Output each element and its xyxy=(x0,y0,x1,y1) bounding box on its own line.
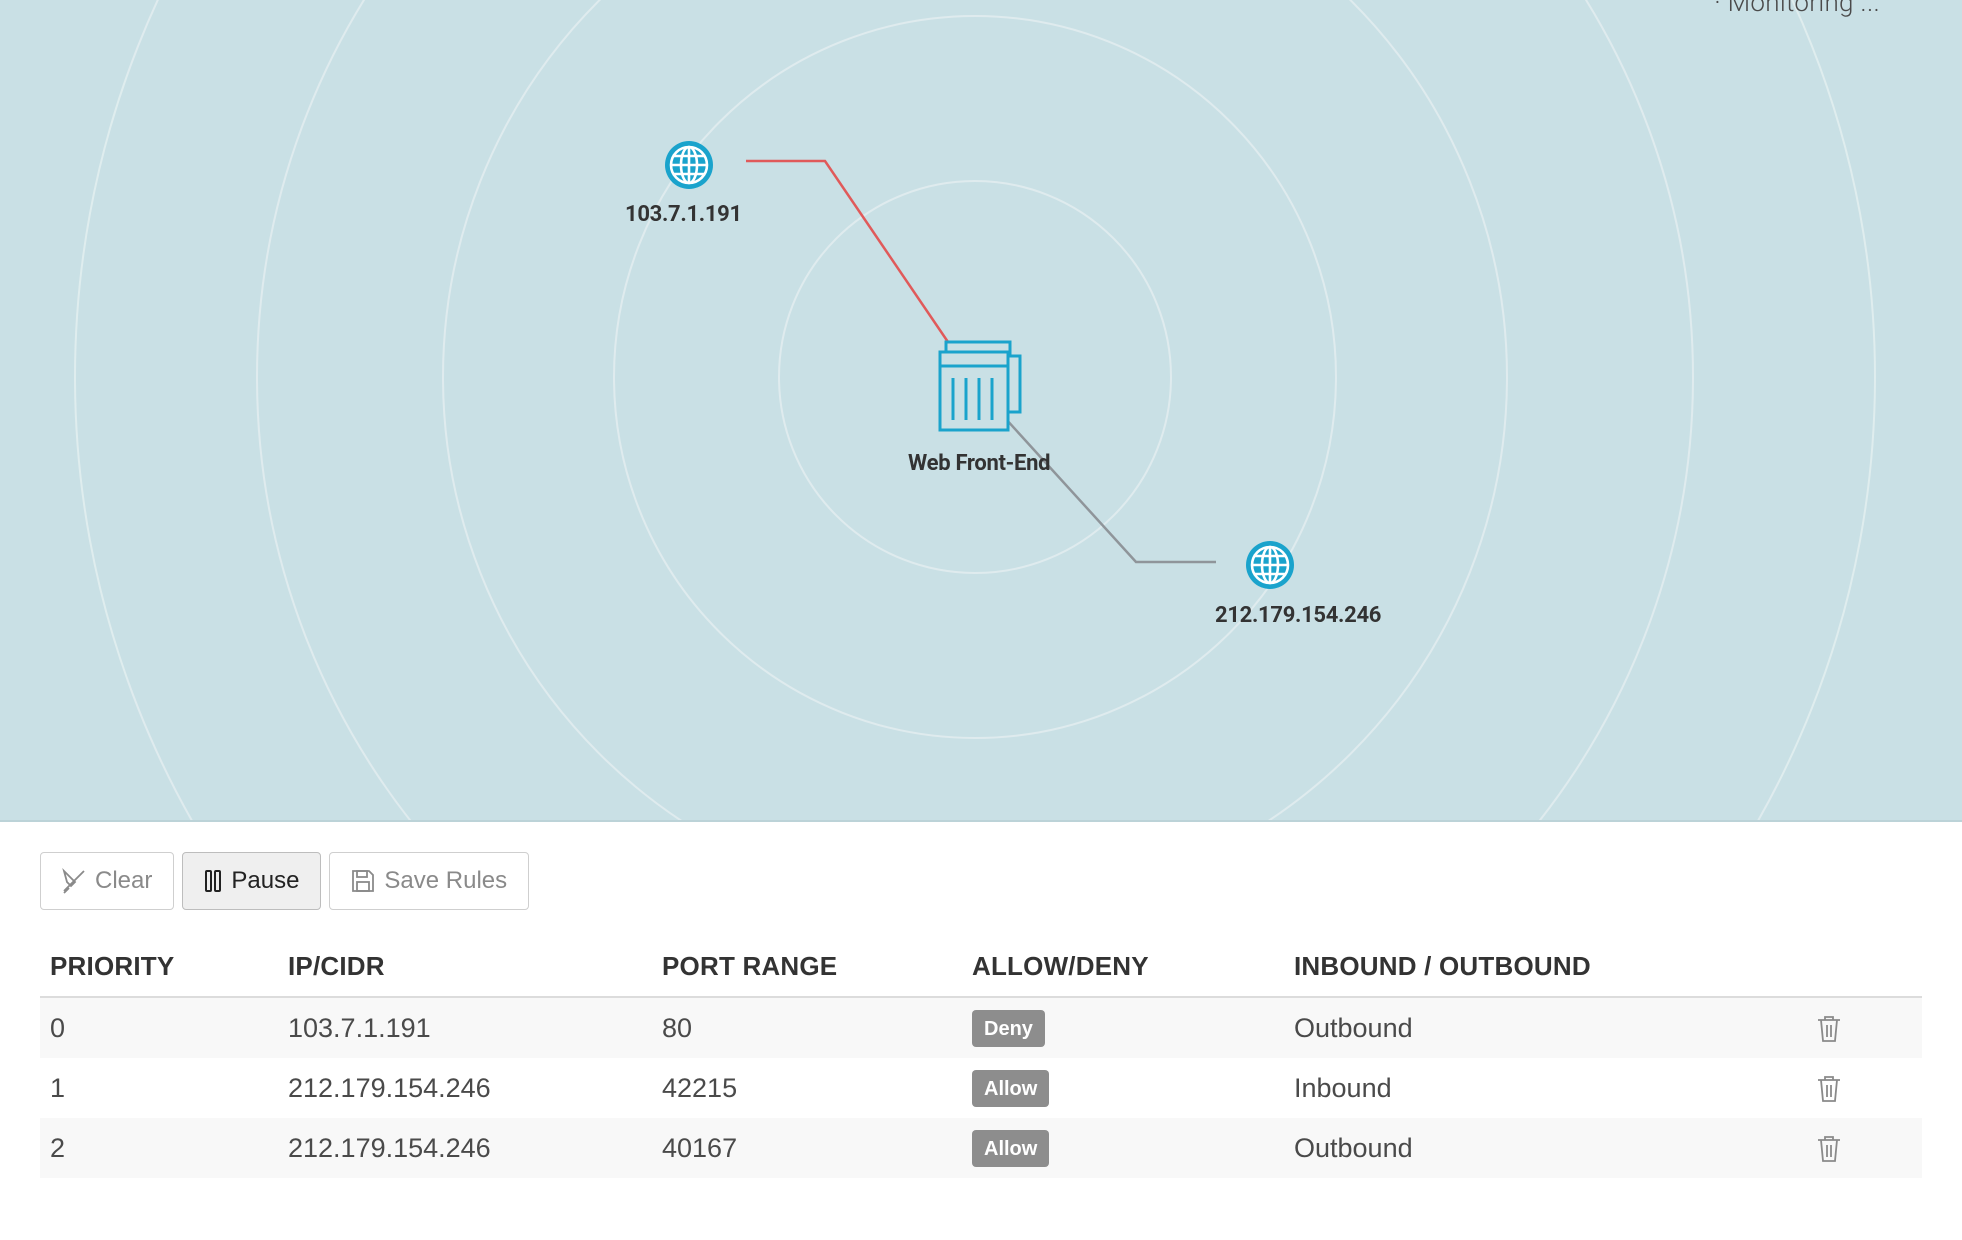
cell-priority: 0 xyxy=(40,997,278,1058)
cell-priority: 2 xyxy=(40,1118,278,1178)
cell-ip: 212.179.154.246 xyxy=(278,1058,652,1118)
table-row[interactable]: 1 212.179.154.246 42215 Allow Inbound xyxy=(40,1058,1922,1118)
network-topology-canvas[interactable]: · Monitoring ... 103.7.1.191 Web Front-E… xyxy=(0,0,1962,822)
node-label-center: Web Front-End xyxy=(908,451,1051,476)
cell-direction: Outbound xyxy=(1284,997,1806,1058)
table-header-row: PRIORITY IP/CIDR PORT RANGE ALLOW/DENY I… xyxy=(40,936,1922,998)
node-label-remote-1: 103.7.1.191 xyxy=(625,202,742,227)
cell-port: 42215 xyxy=(652,1058,962,1118)
column-header-allow-deny[interactable]: ALLOW/DENY xyxy=(962,936,1284,998)
cell-action: Allow xyxy=(962,1058,1284,1118)
cell-ip: 212.179.154.246 xyxy=(278,1118,652,1178)
table-row[interactable]: 0 103.7.1.191 80 Deny Outbound xyxy=(40,997,1922,1058)
clear-button-label: Clear xyxy=(95,867,153,894)
pause-button[interactable]: Pause xyxy=(182,852,322,910)
cell-port: 80 xyxy=(652,997,962,1058)
column-header-port-range[interactable]: PORT RANGE xyxy=(652,936,962,998)
cell-direction: Outbound xyxy=(1284,1118,1806,1178)
server-cluster-icon[interactable] xyxy=(938,340,1022,432)
save-rules-button[interactable]: Save Rules xyxy=(329,852,530,910)
column-header-priority[interactable]: PRIORITY xyxy=(40,936,278,998)
trash-icon[interactable] xyxy=(1816,1074,1842,1104)
cell-delete xyxy=(1806,1058,1922,1118)
clear-icon xyxy=(62,868,85,894)
pause-button-label: Pause xyxy=(231,867,300,894)
monitoring-status: · Monitoring ... xyxy=(1714,0,1880,18)
cell-action: Allow xyxy=(962,1118,1284,1178)
column-header-actions xyxy=(1806,936,1922,998)
cell-delete xyxy=(1806,997,1922,1058)
trash-icon[interactable] xyxy=(1816,1134,1842,1164)
cell-port: 40167 xyxy=(652,1118,962,1178)
cell-direction: Inbound xyxy=(1284,1058,1806,1118)
globe-icon[interactable] xyxy=(665,141,713,189)
globe-icon[interactable] xyxy=(1246,541,1294,589)
table-row[interactable]: 2 212.179.154.246 40167 Allow Outbound xyxy=(40,1118,1922,1178)
column-header-direction[interactable]: INBOUND / OUTBOUND xyxy=(1284,936,1806,998)
action-badge[interactable]: Allow xyxy=(972,1129,1050,1167)
node-label-remote-2: 212.179.154.246 xyxy=(1215,603,1382,628)
clear-button[interactable]: Clear xyxy=(40,852,175,910)
link-deny xyxy=(746,159,950,343)
column-header-ip-cidr[interactable]: IP/CIDR xyxy=(278,936,652,998)
cell-priority: 1 xyxy=(40,1058,278,1118)
pause-icon xyxy=(205,870,222,892)
rules-table: PRIORITY IP/CIDR PORT RANGE ALLOW/DENY I… xyxy=(40,936,1922,1178)
save-rules-button-label: Save Rules xyxy=(384,867,508,894)
action-badge[interactable]: Allow xyxy=(972,1069,1050,1107)
link-allow xyxy=(1004,417,1216,564)
action-badge[interactable]: Deny xyxy=(972,1009,1045,1047)
save-icon xyxy=(352,870,375,892)
cell-action: Deny xyxy=(962,997,1284,1058)
toolbar: Clear Pause Save Rules xyxy=(40,852,530,912)
cell-ip: 103.7.1.191 xyxy=(278,997,652,1058)
cell-delete xyxy=(1806,1118,1922,1178)
trash-icon[interactable] xyxy=(1816,1014,1842,1044)
radar-rings xyxy=(74,0,1876,820)
